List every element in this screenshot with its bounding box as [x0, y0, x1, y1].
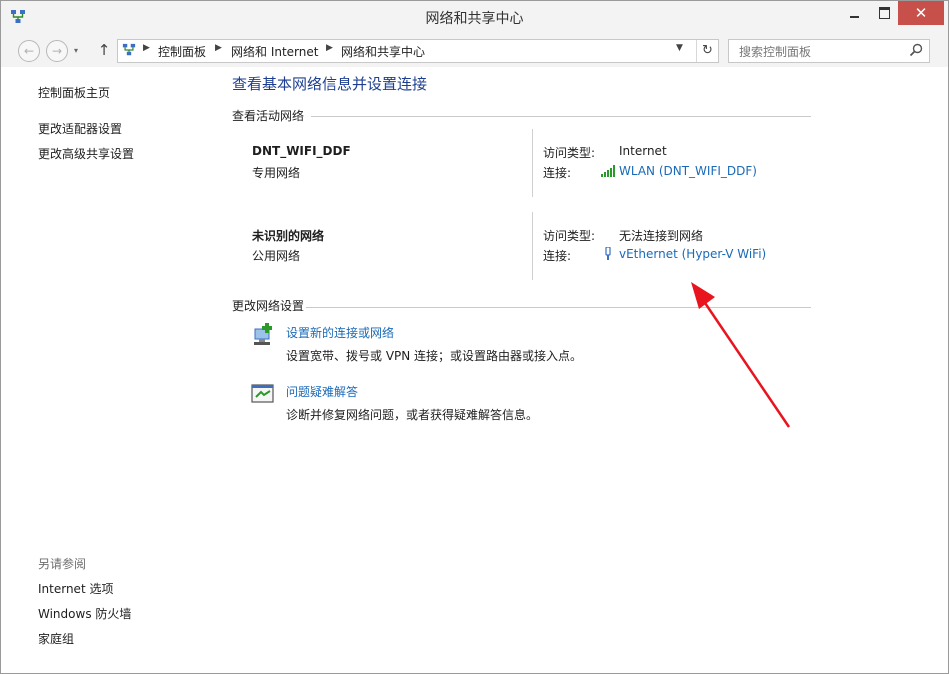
access-type-label: 访问类型:: [543, 229, 596, 243]
sidebar-item-change-advanced-sharing[interactable]: 更改高级共享设置: [38, 145, 134, 162]
vertical-divider: [532, 212, 533, 280]
connection-label: 连接:: [543, 249, 572, 263]
section-divider: [311, 116, 811, 117]
network-name: DNT_WIFI_DDF: [252, 144, 351, 158]
refresh-icon: ↻: [702, 43, 713, 58]
control-panel-icon: [122, 43, 136, 56]
access-type-value: Internet: [619, 144, 667, 158]
ethernet-plug-icon: [605, 247, 611, 260]
troubleshoot-icon: [251, 384, 274, 403]
content-area: 控制面板主页 更改适配器设置 更改高级共享设置 另请参阅 Internet 选项…: [1, 67, 948, 673]
connection-label: 连接:: [543, 166, 572, 180]
annotation-arrow-icon: [691, 282, 791, 428]
sidebar-item-control-panel-home[interactable]: 控制面板主页: [38, 84, 110, 101]
forward-button[interactable]: →: [46, 40, 68, 62]
breadcrumb-control-panel[interactable]: 控制面板: [158, 43, 206, 60]
network-type-link[interactable]: 公用网络: [252, 247, 300, 264]
close-icon: ✕: [914, 4, 928, 22]
back-arrow-icon: ←: [23, 44, 35, 58]
maximize-button[interactable]: [869, 1, 899, 25]
page-title: 查看基本网络信息并设置连接: [232, 75, 428, 93]
see-also-heading: 另请参阅: [38, 557, 87, 571]
window-title: 网络和共享中心: [425, 11, 524, 27]
connection-link[interactable]: WLAN (DNT_WIFI_DDF): [601, 164, 757, 178]
back-button[interactable]: ←: [18, 40, 40, 62]
access-type-value: 无法连接到网络: [619, 229, 704, 243]
title-bar: 网络和共享中心 ✕: [1, 1, 948, 33]
connection-name[interactable]: vEthernet (Hyper-V WiFi): [619, 247, 766, 261]
search-input[interactable]: [737, 42, 901, 61]
minimize-icon: [849, 16, 859, 18]
troubleshoot-description: 诊断并修复网络问题，或者获得疑难解答信息。: [286, 408, 539, 422]
troubleshoot-link[interactable]: 问题疑难解答: [286, 383, 358, 400]
sidebar-item-internet-options[interactable]: Internet 选项: [38, 580, 113, 597]
access-type-label: 访问类型:: [543, 146, 596, 160]
new-connection-icon: [254, 323, 272, 345]
setup-connection-link[interactable]: 设置新的连接或网络: [286, 324, 394, 341]
refresh-button[interactable]: ↻: [696, 40, 718, 62]
vertical-divider: [532, 129, 533, 197]
minimize-button[interactable]: [839, 1, 869, 25]
sidebar-item-change-adapter-settings[interactable]: 更改适配器设置: [38, 120, 122, 137]
address-bar[interactable]: ▶ 控制面板 ▶ 网络和 Internet ▶ 网络和共享中心 ▼ ↻: [117, 39, 719, 63]
breadcrumb-network-internet[interactable]: 网络和 Internet: [231, 43, 318, 60]
wifi-signal-icon: [601, 165, 615, 177]
navigation-bar: ← → ▾ ↑ ▶ 控制面板 ▶ 网络和 Internet ▶ 网络和共享中心 …: [1, 33, 948, 67]
forward-arrow-icon: →: [51, 44, 63, 58]
sidebar-item-windows-firewall[interactable]: Windows 防火墙: [38, 605, 131, 622]
breadcrumb-separator-icon[interactable]: ▶: [326, 43, 333, 53]
recent-locations-button[interactable]: ▾: [72, 40, 80, 60]
window: 网络和共享中心 ✕ ← → ▾ ↑ ▶ 控制面板 ▶ 网络和 Internet …: [0, 0, 949, 674]
maximize-icon: [878, 7, 890, 19]
search-box[interactable]: [728, 39, 930, 63]
connection-name[interactable]: WLAN (DNT_WIFI_DDF): [619, 164, 757, 178]
breadcrumb-separator-icon[interactable]: ▶: [143, 43, 150, 53]
setup-connection-description: 设置宽带、拨号或 VPN 连接；或设置路由器或接入点。: [286, 349, 583, 363]
connection-link[interactable]: vEthernet (Hyper-V WiFi): [601, 247, 766, 261]
breadcrumb-network-sharing-center[interactable]: 网络和共享中心: [341, 43, 425, 60]
breadcrumb-separator-icon[interactable]: ▶: [215, 43, 222, 53]
close-button[interactable]: ✕: [898, 1, 944, 25]
up-arrow-icon: ↑: [97, 41, 111, 59]
network-type-link[interactable]: 专用网络: [252, 164, 300, 181]
up-button[interactable]: ↑: [96, 41, 112, 59]
network-name: 未识别的网络: [252, 229, 325, 243]
address-dropdown-icon[interactable]: ▼: [676, 43, 683, 53]
search-icon[interactable]: [909, 43, 923, 57]
active-networks-heading: 查看活动网络: [232, 109, 305, 123]
sidebar-item-homegroup[interactable]: 家庭组: [38, 630, 74, 647]
change-settings-heading: 更改网络设置: [232, 299, 305, 313]
